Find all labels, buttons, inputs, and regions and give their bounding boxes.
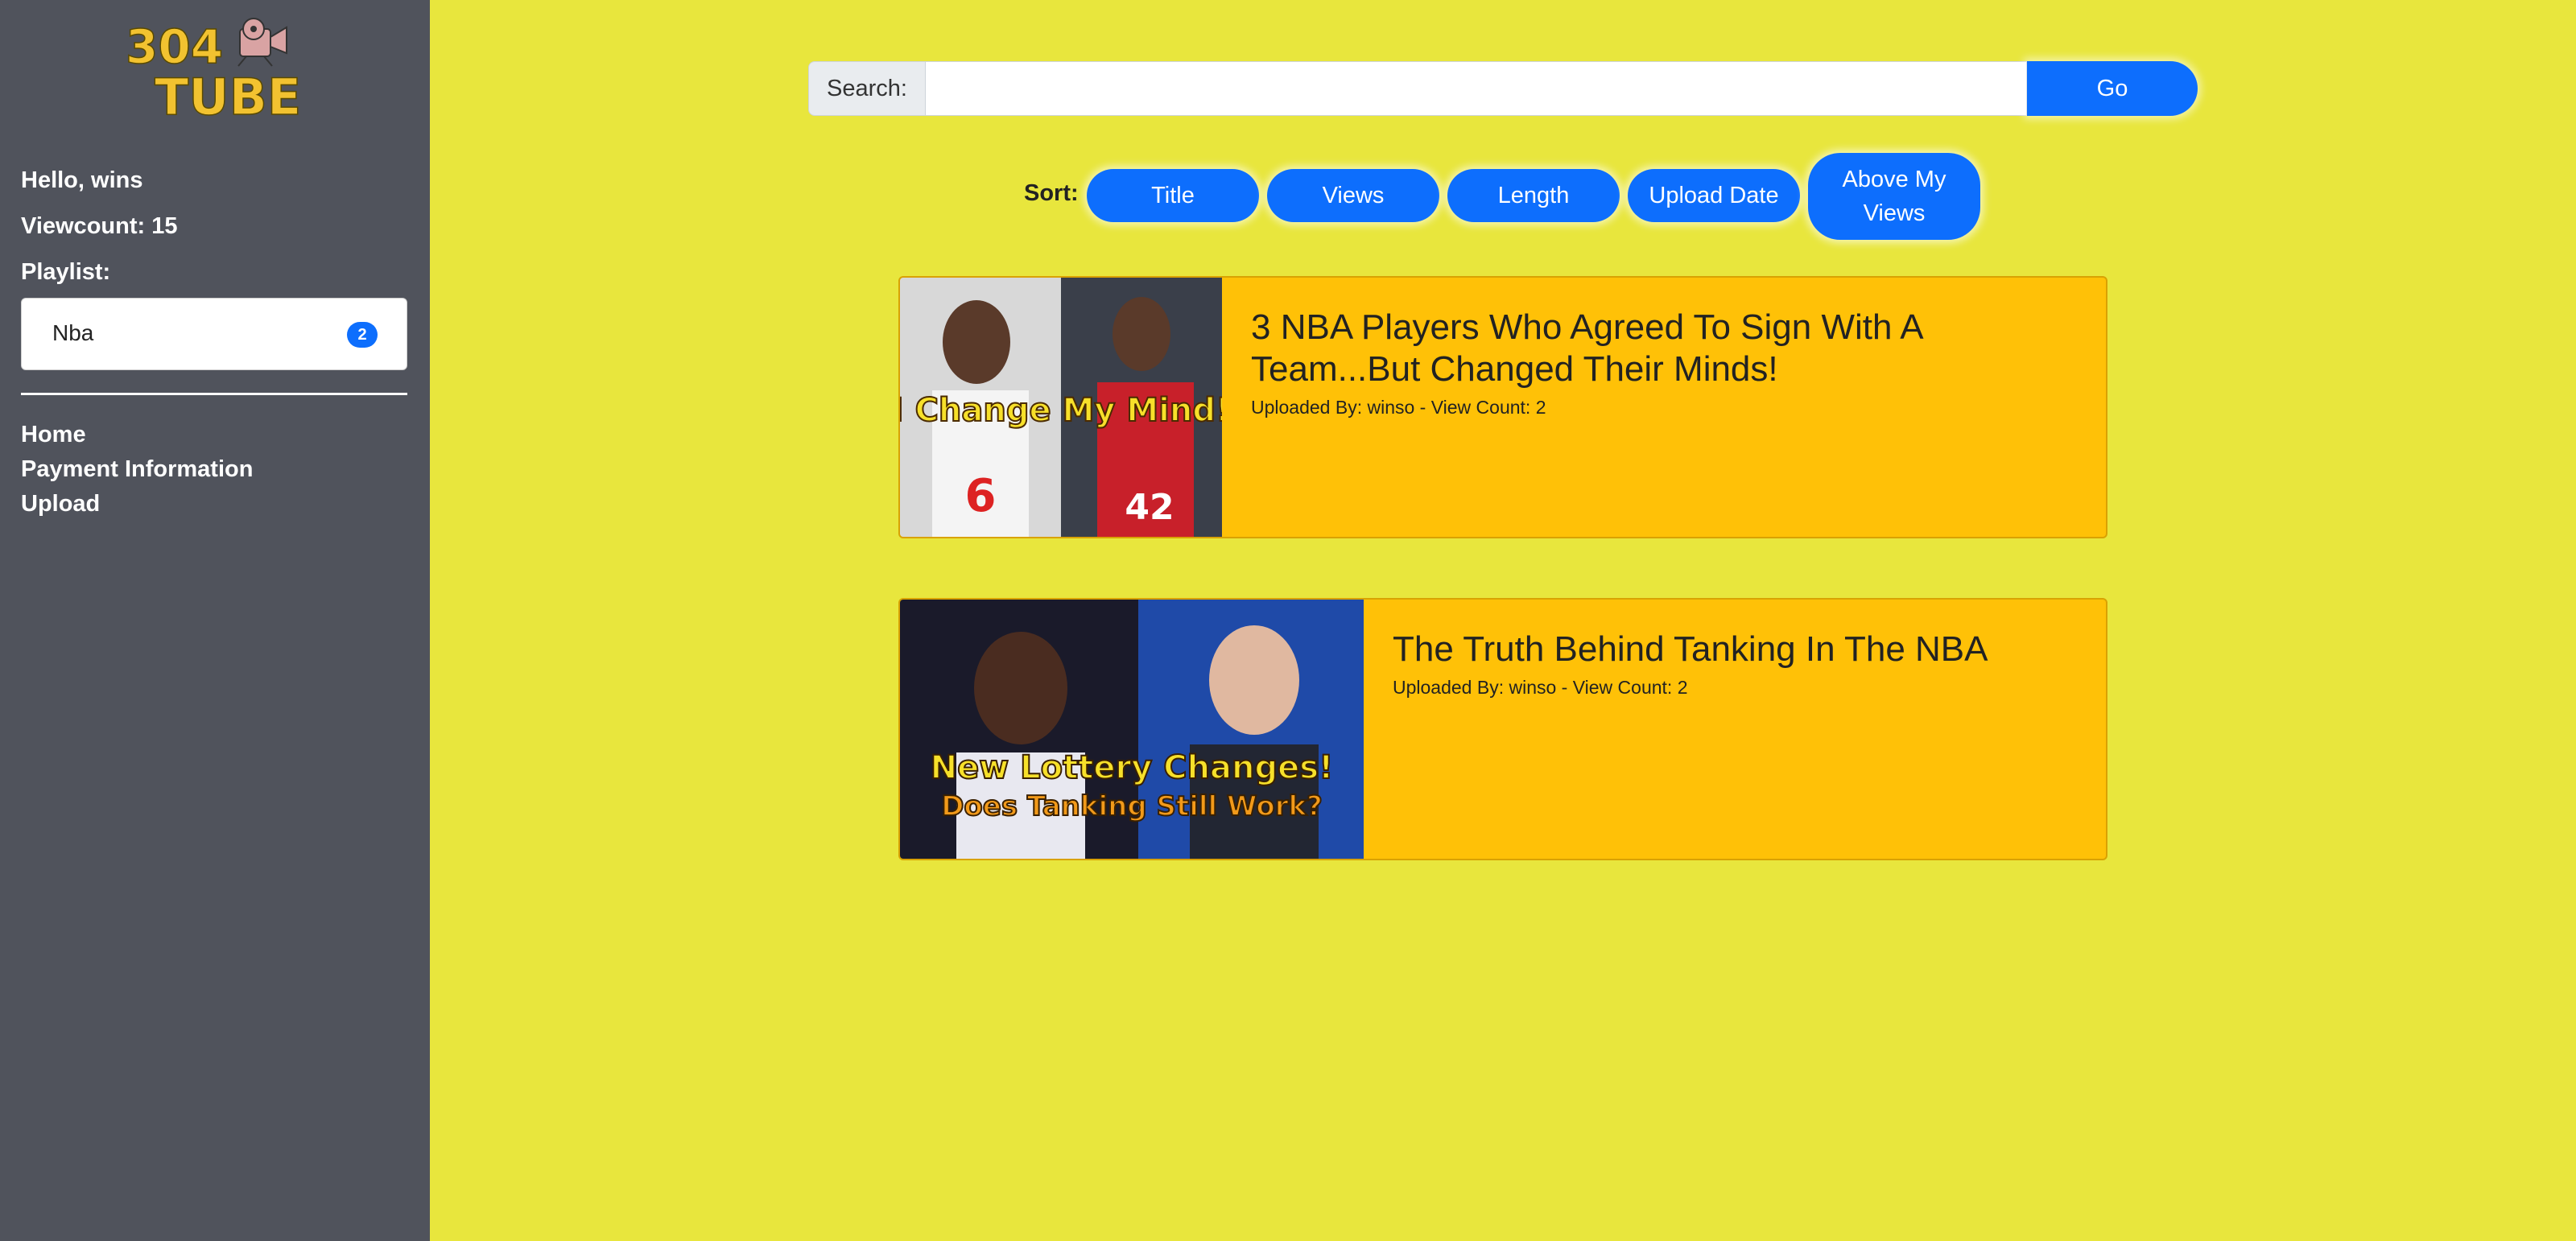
- user-greeting: Hello, wins: [21, 167, 143, 193]
- sort-by-views-button[interactable]: Views: [1267, 169, 1439, 222]
- logo-graphic: 304 TUBE: [125, 18, 302, 121]
- video-meta: Uploaded By: winso - View Count: 2: [1393, 677, 1688, 698]
- video-title[interactable]: 3 NBA Players Who Agreed To Sign With A …: [1251, 307, 1975, 390]
- video-thumbnail-image: New Lottery Changes! Does Tanking Still …: [900, 600, 1364, 859]
- sort-by-title-button[interactable]: Title: [1087, 169, 1259, 222]
- video-title[interactable]: The Truth Behind Tanking In The NBA: [1393, 629, 2085, 670]
- search-bar: Search: Go: [808, 61, 2198, 118]
- user-viewcount: Viewcount: 15: [21, 213, 178, 239]
- sort-above-my-views-button[interactable]: Above My Views: [1808, 153, 1980, 240]
- search-input[interactable]: [926, 61, 2027, 116]
- sort-by-length-button[interactable]: Length: [1447, 169, 1620, 222]
- svg-text:42: 42: [1125, 487, 1174, 528]
- playlist-heading: Playlist:: [21, 259, 111, 285]
- sort-label: Sort:: [1024, 180, 1079, 206]
- playlist-count-badge: 2: [347, 322, 378, 348]
- thumbnail-caption-line-1: New Lottery Changes!: [931, 749, 1334, 786]
- search-label: Search:: [808, 61, 926, 116]
- logo-text-304: 304: [126, 19, 223, 74]
- site-logo[interactable]: 304 TUBE: [121, 16, 306, 121]
- logo-text-tube: TUBE: [155, 68, 301, 121]
- nav-home-link[interactable]: Home: [21, 422, 86, 448]
- sidebar: 304 TUBE Hello, wins Viewcount: 15 Playl…: [0, 0, 430, 1241]
- video-card[interactable]: New Lottery Changes! Does Tanking Still …: [898, 598, 2107, 860]
- movie-camera-icon: [237, 18, 287, 67]
- sort-by-upload-date-button[interactable]: Upload Date: [1628, 169, 1800, 222]
- nav-upload-link[interactable]: Upload: [21, 491, 100, 517]
- svg-text:6: 6: [965, 470, 997, 522]
- search-go-button[interactable]: Go: [2027, 61, 2198, 116]
- thumbnail-caption: I Change My Mind!: [900, 392, 1222, 429]
- video-thumbnail-image: 6 42 I Change My Mind!: [900, 278, 1222, 537]
- video-card[interactable]: 6 42 I Change My Mind! 3 NBA Players Who…: [898, 276, 2107, 538]
- playlist-item-name: Nba: [52, 320, 94, 345]
- video-thumbnail[interactable]: New Lottery Changes! Does Tanking Still …: [900, 600, 1364, 859]
- video-meta: Uploaded By: winso - View Count: 2: [1251, 397, 1546, 418]
- sidebar-divider: [21, 393, 407, 395]
- thumbnail-caption-line-2: Does Tanking Still Work?: [941, 790, 1323, 823]
- playlist-item-nba[interactable]: Nba 2: [21, 298, 407, 370]
- nav-payment-information-link[interactable]: Payment Information: [21, 456, 253, 483]
- video-thumbnail[interactable]: 6 42 I Change My Mind!: [900, 278, 1222, 537]
